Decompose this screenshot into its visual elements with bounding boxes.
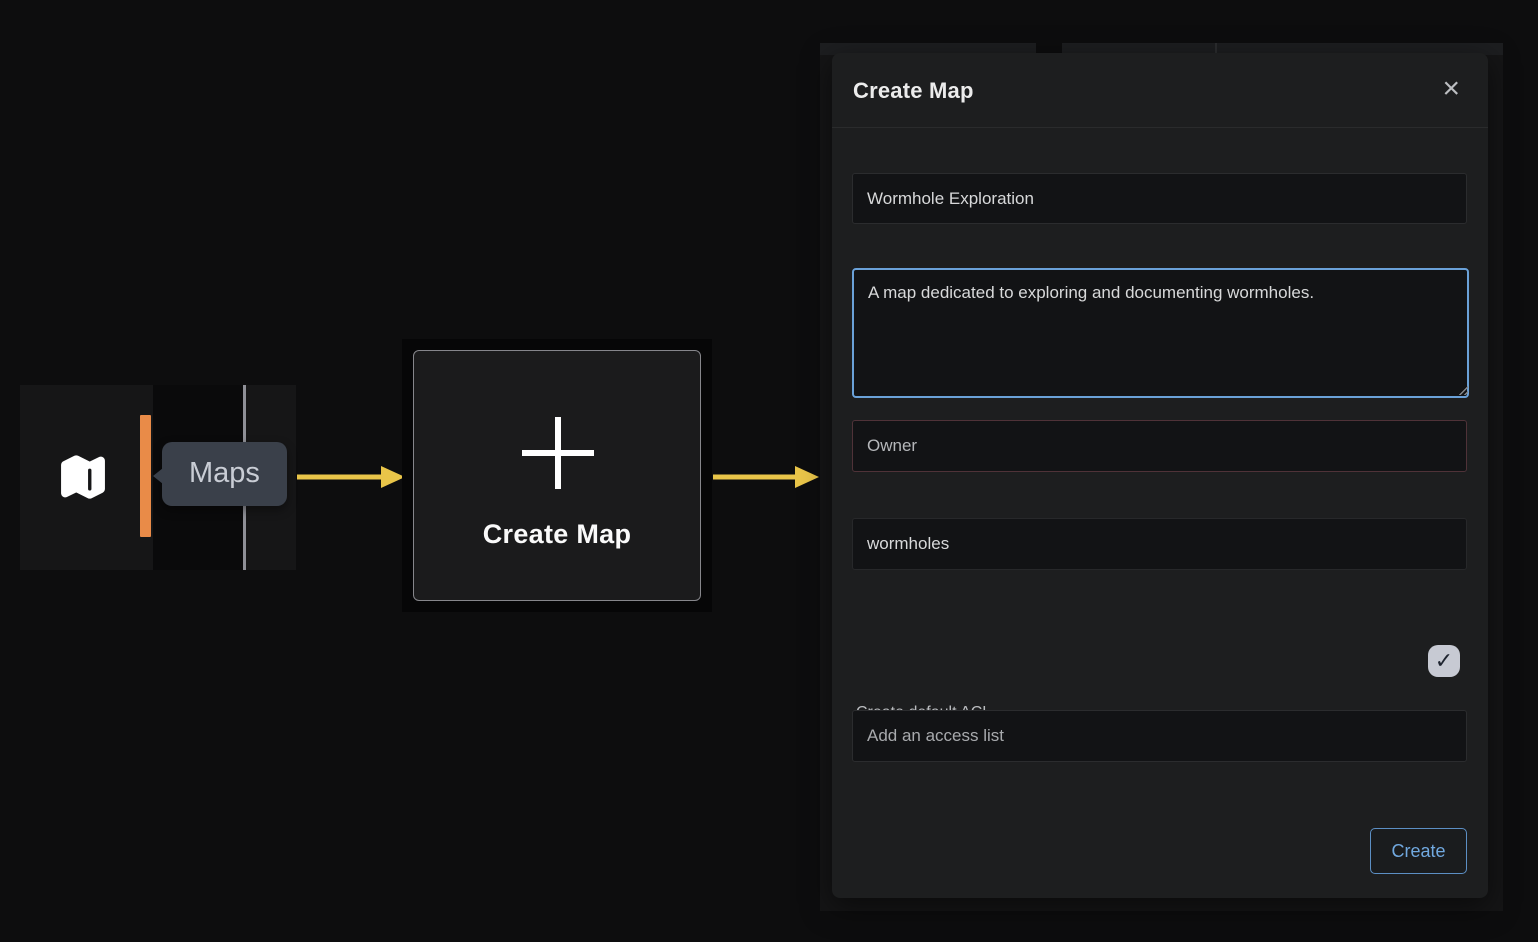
flow-arrow-1 — [295, 465, 407, 489]
sidebar-snippet: Maps — [20, 385, 296, 570]
create-map-card-frame: Create Map — [402, 339, 712, 612]
create-map-card-label: Create Map — [414, 519, 700, 550]
acl-checkbox[interactable]: ✓ — [1428, 645, 1460, 677]
tooltip-pointer-icon — [153, 468, 163, 484]
map-name-input[interactable] — [852, 173, 1467, 224]
map-description-textarea[interactable]: A map dedicated to exploring and documen… — [852, 268, 1469, 398]
create-map-modal: Create Map × A map dedicated to explorin… — [832, 53, 1488, 898]
flow-arrow-2 — [711, 465, 823, 489]
create-button[interactable]: Create — [1370, 828, 1467, 874]
modal-header: Create Map × — [832, 53, 1488, 128]
maps-tooltip: Maps — [162, 442, 287, 506]
modal-title: Create Map — [853, 53, 974, 128]
plus-icon — [518, 413, 598, 493]
access-list-input[interactable] — [852, 710, 1467, 762]
create-map-card[interactable]: Create Map — [413, 350, 701, 601]
tags-input[interactable] — [852, 518, 1467, 570]
active-item-accent-bar — [140, 415, 151, 537]
check-icon: ✓ — [1435, 648, 1453, 673]
tooltip-label: Maps — [189, 457, 260, 489]
owner-input[interactable] — [852, 420, 1467, 472]
close-icon[interactable]: × — [1436, 53, 1466, 125]
map-icon — [56, 492, 110, 509]
maps-nav-item[interactable] — [56, 445, 110, 505]
